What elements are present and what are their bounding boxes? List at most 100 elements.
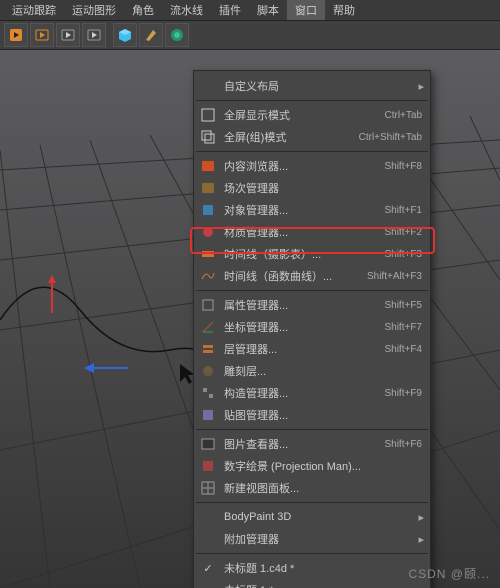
menu-shortcut: Shift+F6 bbox=[384, 439, 422, 450]
menu-item-label: 坐标管理器... bbox=[224, 319, 384, 335]
menu-shortcut: Shift+F1 bbox=[384, 205, 422, 216]
toolbar bbox=[0, 20, 500, 50]
menu-attribute-manager[interactable]: 属性管理器... Shift+F5 bbox=[194, 294, 430, 316]
viewpanel-icon bbox=[198, 480, 218, 496]
timeline-fcurve-icon bbox=[198, 268, 218, 284]
menu-separator bbox=[196, 502, 428, 503]
menu-plugins[interactable]: 插件 bbox=[211, 0, 249, 20]
menu-item-label: 贴图管理器... bbox=[224, 407, 422, 423]
menu-custom-layout[interactable]: 自定义布局 ▸ bbox=[194, 75, 430, 97]
menu-fullscreen-group[interactable]: 全屏(组)模式 Ctrl+Shift+Tab bbox=[194, 126, 430, 148]
menu-item-label: 未标题 1.c4d * bbox=[224, 560, 422, 576]
menu-pipeline[interactable]: 流水线 bbox=[162, 0, 211, 20]
check-icon: ✓ bbox=[198, 560, 218, 576]
menu-item-label: 时间线（函数曲线）... bbox=[224, 268, 367, 284]
menu-addons[interactable]: 附加管理器 ▸ bbox=[194, 528, 430, 550]
menu-material-manager[interactable]: 材质管理器... Shift+F2 bbox=[194, 221, 430, 243]
coord-icon bbox=[198, 319, 218, 335]
menu-shortcut: Shift+F4 bbox=[384, 344, 422, 355]
menu-help[interactable]: 帮助 bbox=[325, 0, 363, 20]
menu-shortcut: Shift+F7 bbox=[384, 322, 422, 333]
menu-sculpt-layer[interactable]: 雕刻层... bbox=[194, 360, 430, 382]
structure-icon bbox=[198, 385, 218, 401]
menu-character[interactable]: 角色 bbox=[124, 0, 162, 20]
menu-item-label: 雕刻层... bbox=[224, 363, 422, 379]
menu-doc-1[interactable]: ✓ 未标题 1.c4d * bbox=[194, 557, 430, 579]
submenu-arrow-icon: ▸ bbox=[418, 511, 424, 524]
menu-item-label: 新建视图面板... bbox=[224, 480, 422, 496]
menu-separator bbox=[196, 100, 428, 101]
menu-bodypaint[interactable]: BodyPaint 3D ▸ bbox=[194, 506, 430, 528]
fullscreen-icon bbox=[198, 107, 218, 123]
menu-item-label: 层管理器... bbox=[224, 341, 384, 357]
tool-autokey[interactable] bbox=[30, 23, 54, 47]
menu-item-label: 时间线（摄影表）... bbox=[224, 246, 384, 262]
tool-keyframe[interactable] bbox=[56, 23, 80, 47]
tool-record[interactable] bbox=[4, 23, 28, 47]
picture-icon bbox=[198, 436, 218, 452]
menu-item-label: BodyPaint 3D bbox=[224, 511, 422, 523]
tool-deformer[interactable] bbox=[165, 23, 189, 47]
menu-shortcut: Shift+F2 bbox=[384, 227, 422, 238]
tool-play[interactable] bbox=[82, 23, 106, 47]
menu-scene-manager[interactable]: 场次管理器 bbox=[194, 177, 430, 199]
menu-shortcut: Shift+F5 bbox=[384, 300, 422, 311]
menu-item-label: 内容浏览器... bbox=[224, 158, 384, 174]
viewport[interactable]: 自定义布局 ▸ 全屏显示模式 Ctrl+Tab 全屏(组)模式 Ctrl+Shi… bbox=[0, 50, 500, 588]
menu-fullscreen[interactable]: 全屏显示模式 Ctrl+Tab bbox=[194, 104, 430, 126]
axis-y-gizmo bbox=[42, 275, 62, 315]
menu-texture-manager[interactable]: 贴图管理器... bbox=[194, 404, 430, 426]
menu-item-label: 数字绘景 (Projection Man)... bbox=[224, 458, 422, 474]
material-manager-icon bbox=[198, 224, 218, 240]
menu-shortcut: Shift+F3 bbox=[384, 249, 422, 260]
tool-pen[interactable] bbox=[139, 23, 163, 47]
projection-icon bbox=[198, 458, 218, 474]
menu-item-label: 图片查看器... bbox=[224, 436, 384, 452]
menu-shortcut: Shift+Alt+F3 bbox=[367, 271, 422, 282]
sculpt-icon bbox=[198, 363, 218, 379]
menu-item-label: 场次管理器 bbox=[224, 180, 422, 196]
menu-item-label: 材质管理器... bbox=[224, 224, 384, 240]
menu-new-viewpanel[interactable]: 新建视图面板... bbox=[194, 477, 430, 499]
menu-window[interactable]: 窗口 bbox=[287, 0, 325, 20]
scene-manager-icon bbox=[198, 180, 218, 196]
menu-picture-viewer[interactable]: 图片查看器... Shift+F6 bbox=[194, 433, 430, 455]
menu-timeline-sheet[interactable]: 时间线（摄影表）... Shift+F3 bbox=[194, 243, 430, 265]
menu-separator bbox=[196, 429, 428, 430]
menu-projection-man[interactable]: 数字绘景 (Projection Man)... bbox=[194, 455, 430, 477]
submenu-arrow-icon: ▸ bbox=[418, 80, 424, 93]
blank-icon bbox=[198, 78, 218, 94]
tool-cube[interactable] bbox=[113, 23, 137, 47]
menu-mograph[interactable]: 运动图形 bbox=[64, 0, 124, 20]
menu-separator bbox=[196, 553, 428, 554]
texture-icon bbox=[198, 407, 218, 423]
menu-item-label: 附加管理器 bbox=[224, 531, 422, 547]
layer-icon bbox=[198, 341, 218, 357]
menu-item-label: 构造管理器... bbox=[224, 385, 384, 401]
menubar: 运动跟踪 运动图形 角色 流水线 插件 脚本 窗口 帮助 bbox=[0, 0, 500, 20]
menu-item-label: 对象管理器... bbox=[224, 202, 384, 218]
submenu-arrow-icon: ▸ bbox=[418, 533, 424, 546]
menu-layer-manager[interactable]: 层管理器... Shift+F4 bbox=[194, 338, 430, 360]
menu-separator bbox=[196, 151, 428, 152]
menu-coord-manager[interactable]: 坐标管理器... Shift+F7 bbox=[194, 316, 430, 338]
menu-item-label: 未标题 1 * bbox=[224, 582, 422, 588]
menu-shortcut: Shift+F8 bbox=[384, 161, 422, 172]
menu-timeline-fcurve[interactable]: 时间线（函数曲线）... Shift+Alt+F3 bbox=[194, 265, 430, 287]
blank-icon bbox=[198, 531, 218, 547]
menu-separator bbox=[196, 290, 428, 291]
menu-content-browser[interactable]: 内容浏览器... Shift+F8 bbox=[194, 155, 430, 177]
menu-script[interactable]: 脚本 bbox=[249, 0, 287, 20]
axis-x-gizmo bbox=[84, 358, 134, 378]
menu-item-label: 自定义布局 bbox=[224, 78, 422, 94]
window-menu-dropdown: 自定义布局 ▸ 全屏显示模式 Ctrl+Tab 全屏(组)模式 Ctrl+Shi… bbox=[193, 70, 431, 588]
menu-motion-tracker[interactable]: 运动跟踪 bbox=[4, 0, 64, 20]
watermark: CSDN @颐... bbox=[408, 565, 490, 582]
menu-object-manager[interactable]: 对象管理器... Shift+F1 bbox=[194, 199, 430, 221]
menu-structure-manager[interactable]: 构造管理器... Shift+F9 bbox=[194, 382, 430, 404]
content-browser-icon bbox=[198, 158, 218, 174]
menu-doc-2[interactable]: 未标题 1 * bbox=[194, 579, 430, 588]
fullscreen-group-icon bbox=[198, 129, 218, 145]
blank-icon bbox=[198, 509, 218, 525]
menu-item-label: 全屏显示模式 bbox=[224, 107, 384, 123]
